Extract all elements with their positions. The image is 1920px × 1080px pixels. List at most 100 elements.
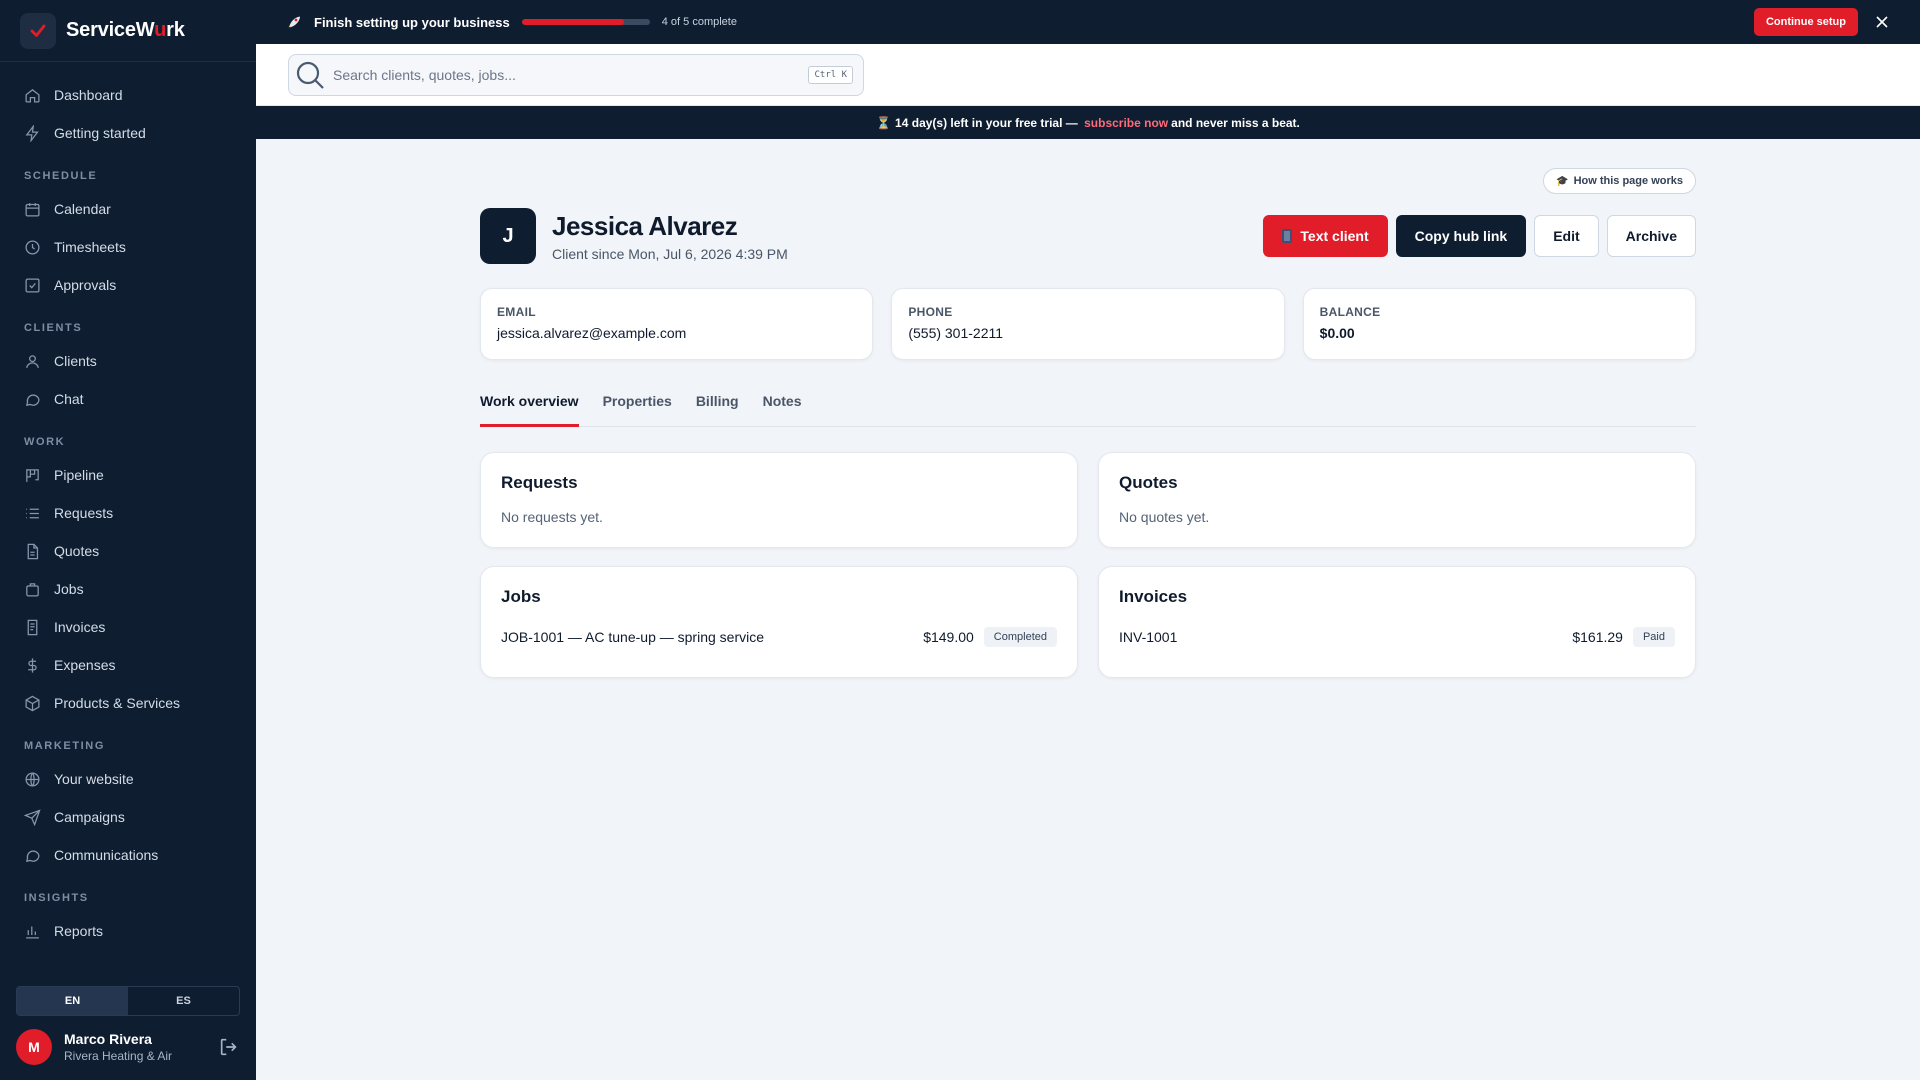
invoice-name: INV-1001 [1119, 629, 1178, 645]
section-schedule: SCHEDULE [24, 170, 98, 182]
phone-value[interactable]: (555) 301-2211 [908, 325, 1267, 341]
section-clients: CLIENTS [24, 322, 83, 334]
sidebar-item-label: Chat [54, 391, 84, 407]
email-card: EMAIL jessica.alvarez@example.com [480, 288, 874, 360]
user-org: Rivera Heating & Air [64, 1049, 173, 1063]
clock-icon [25, 239, 40, 255]
setup-count: 4 of 5 complete [661, 16, 737, 28]
edit-button[interactable]: Edit [1534, 215, 1599, 257]
sidebar-item-label: Your website [54, 771, 134, 787]
sidebar-nav: Dashboard Getting started SCHEDULE Calen… [0, 62, 256, 962]
rocket-icon [288, 16, 300, 28]
close-icon[interactable] [1874, 14, 1890, 30]
client-identity: Jessica Alvarez Client since Mon, Jul 6,… [552, 211, 788, 262]
sidebar-item-getting-started[interactable]: Getting started [0, 114, 256, 152]
sidebar-item-label: Pipeline [54, 467, 104, 483]
status-badge: Paid [1632, 627, 1675, 647]
sidebar-item-label: Quotes [54, 543, 100, 559]
sidebar: ServiceWurk Dashboard Getting started SC… [0, 0, 256, 1080]
search-box[interactable]: Ctrl K [288, 54, 864, 96]
section-insights: INSIGHTS [24, 892, 89, 904]
text-client-button[interactable]: Text client [1263, 215, 1388, 257]
continue-setup-button[interactable]: Continue setup [1753, 8, 1858, 36]
phone-label: PHONE [908, 305, 953, 319]
trial-text: day(s) left in your free trial — [908, 115, 1082, 130]
graduation-cap-icon: 🎓 [1556, 175, 1569, 187]
keyboard-shortcut-hint: Ctrl K [808, 66, 853, 84]
brand[interactable]: ServiceWurk [0, 0, 256, 62]
briefcase-icon [26, 582, 39, 597]
text-client-label: Text client [1300, 228, 1369, 244]
quotes-panel: Quotes No quotes yet. [1098, 452, 1696, 548]
logout-icon[interactable] [218, 1036, 240, 1058]
list-item[interactable]: INV-1001 $161.29 Paid [1119, 627, 1675, 647]
tab-work-overview[interactable]: Work overview [480, 385, 579, 427]
language-en-button[interactable]: EN [17, 987, 128, 1015]
balance-label: BALANCE [1319, 305, 1381, 319]
trial-banner: ⏳ 14 day(s) left in your free trial — su… [256, 106, 1920, 139]
sidebar-item-label: Timesheets [54, 239, 126, 255]
user-name: Marco Rivera [64, 1031, 152, 1047]
setup-progress-bar [521, 19, 650, 25]
language-es-button[interactable]: ES [128, 987, 239, 1015]
empty-state: No quotes yet. [1119, 509, 1210, 525]
sidebar-item-label: Dashboard [54, 87, 123, 103]
sidebar-item-requests[interactable]: Requests [0, 494, 256, 532]
sidebar-item-label: Approvals [54, 277, 117, 293]
sidebar-item-label: Invoices [54, 619, 106, 635]
hourglass-icon: ⏳ [876, 115, 892, 130]
search-input[interactable] [333, 67, 809, 83]
panel-title: Jobs [501, 587, 541, 606]
language-toggle: EN ES [16, 986, 240, 1016]
balance-card: BALANCE $0.00 [1302, 288, 1696, 360]
bolt-icon [25, 124, 39, 142]
work-overview-grid: Requests No requests yet. Quotes No quot… [480, 452, 1696, 678]
client-header: J Jessica Alvarez Client since Mon, Jul … [480, 207, 1696, 265]
how-page-works-label: How this page works [1573, 175, 1683, 187]
user-profile[interactable]: M Marco Rivera Rivera Heating & Air [16, 1027, 240, 1067]
sidebar-item-reports[interactable]: Reports [0, 912, 256, 950]
client-tabs: Work overview Properties Billing Notes [480, 385, 1696, 427]
sidebar-item-campaigns[interactable]: Campaigns [0, 798, 256, 836]
sidebar-item-dashboard[interactable]: Dashboard [0, 76, 256, 114]
client-info-cards: EMAIL jessica.alvarez@example.com PHONE … [480, 288, 1696, 360]
tab-notes[interactable]: Notes [763, 385, 802, 427]
sidebar-item-label: Communications [54, 847, 159, 863]
how-page-works-button[interactable]: 🎓 How this page works [1543, 168, 1696, 194]
sidebar-item-approvals[interactable]: Approvals [0, 266, 256, 304]
tab-billing[interactable]: Billing [696, 385, 739, 427]
archive-button[interactable]: Archive [1606, 215, 1696, 257]
email-value[interactable]: jessica.alvarez@example.com [497, 325, 856, 341]
sidebar-item-expenses[interactable]: Expenses [0, 646, 256, 684]
copy-hub-link-button[interactable]: Copy hub link [1395, 215, 1527, 257]
sidebar-item-timesheets[interactable]: Timesheets [0, 228, 256, 266]
sidebar-item-clients[interactable]: Clients [0, 342, 256, 380]
sidebar-item-pipeline[interactable]: Pipeline [0, 456, 256, 494]
job-name: JOB-1001 — AC tune-up — spring service [501, 629, 765, 645]
sidebar-item-your-website[interactable]: Your website [0, 760, 256, 798]
sidebar-item-label: Jobs [54, 581, 84, 597]
balance-value: $0.00 [1319, 325, 1355, 341]
box-icon [25, 695, 40, 711]
sidebar-item-label: Getting started [54, 125, 146, 141]
search-icon [296, 61, 324, 89]
requests-panel: Requests No requests yet. [480, 452, 1078, 548]
client-avatar: J [480, 208, 536, 264]
tab-properties[interactable]: Properties [603, 385, 672, 427]
jobs-panel: Jobs JOB-1001 — AC tune-up — spring serv… [480, 566, 1078, 678]
sidebar-item-jobs[interactable]: Jobs [0, 570, 256, 608]
sidebar-item-label: Requests [54, 505, 114, 521]
sidebar-item-products-services[interactable]: Products & Services [0, 684, 256, 722]
sidebar-item-chat[interactable]: Chat [0, 380, 256, 418]
home-icon [25, 88, 40, 103]
sidebar-item-invoices[interactable]: Invoices [0, 608, 256, 646]
subscribe-now-link[interactable]: subscribe now [1084, 116, 1168, 130]
email-label: EMAIL [497, 305, 536, 319]
sidebar-item-communications[interactable]: Communications [0, 836, 256, 874]
sidebar-item-label: Reports [54, 923, 104, 939]
sidebar-item-calendar[interactable]: Calendar [0, 190, 256, 228]
sidebar-item-quotes[interactable]: Quotes [0, 532, 256, 570]
client-since: Client since Mon, Jul 6, 2026 4:39 PM [552, 245, 788, 262]
list-item[interactable]: JOB-1001 — AC tune-up — spring service $… [501, 627, 1057, 647]
section-marketing: MARKETING [24, 740, 106, 752]
